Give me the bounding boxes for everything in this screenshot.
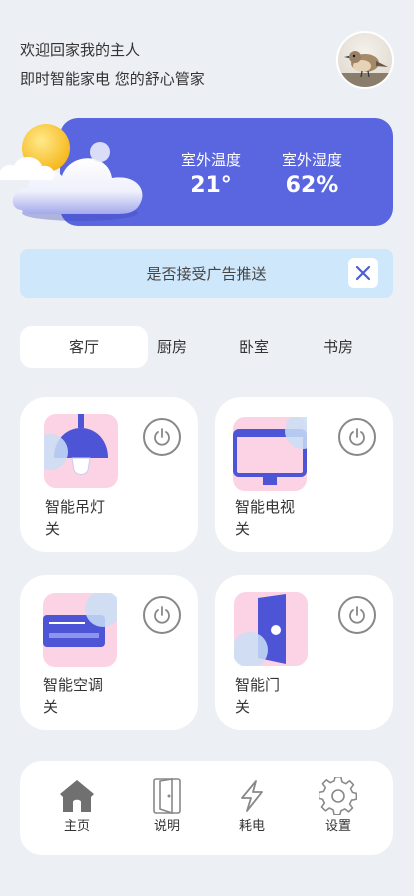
device-card-tv[interactable]: 智能电视 关 — [215, 397, 393, 552]
gear-icon — [319, 777, 357, 815]
power-button[interactable] — [338, 418, 376, 456]
tab-bedroom[interactable]: 卧室 — [230, 326, 278, 368]
tv-icon — [233, 417, 307, 491]
device-name: 智能门 — [235, 676, 281, 694]
home-icon — [60, 780, 94, 812]
greeting-line2: 即时智能家电 您的舒心管家 — [20, 70, 205, 88]
outdoor-temp-value: 21° — [190, 173, 232, 198]
nav-item-home[interactable]: 主页 — [47, 777, 107, 837]
power-icon — [349, 428, 365, 446]
ad-close-button[interactable] — [348, 258, 378, 288]
nav-item-settings[interactable]: 设置 — [308, 777, 368, 837]
power-button[interactable] — [143, 596, 181, 634]
outdoor-humidity-value: 62% — [285, 173, 339, 198]
power-icon — [154, 606, 170, 624]
bottom-nav: 主页 说明 耗电 设置 — [20, 761, 393, 855]
outdoor-temp-label: 室外温度 — [180, 151, 241, 169]
outdoor-humidity-label: 室外湿度 — [281, 151, 342, 169]
device-name: 智能空调 — [43, 676, 104, 694]
ad-banner: 是否接受广告推送 — [20, 249, 393, 298]
avatar[interactable] — [336, 31, 394, 89]
close-icon — [355, 265, 371, 281]
lightning-icon — [241, 780, 263, 812]
tab-kitchen[interactable]: 厨房 — [148, 326, 196, 368]
power-icon — [154, 428, 170, 446]
device-name: 智能吊灯 — [45, 498, 106, 516]
power-button[interactable] — [338, 596, 376, 634]
sun-cloud-icon — [0, 118, 160, 228]
device-state: 关 — [235, 520, 251, 538]
nav-item-power[interactable]: 耗电 — [222, 777, 282, 837]
device-card-lamp[interactable]: 智能吊灯 关 — [20, 397, 198, 552]
pendant-lamp-icon — [44, 414, 118, 488]
nav-label-home: 主页 — [63, 819, 90, 834]
tab-living-room[interactable]: 客厅 — [20, 326, 148, 368]
door-manual-icon — [153, 778, 181, 815]
greeting-line1: 欢迎回家我的主人 — [20, 41, 141, 59]
nav-item-manual[interactable]: 说明 — [137, 777, 197, 837]
tab-study[interactable]: 书房 — [314, 326, 362, 368]
nav-label-settings: 设置 — [324, 819, 351, 834]
device-card-door[interactable]: 智能门 关 — [215, 575, 393, 730]
outdoor-humidity: 室外湿度 62% — [267, 150, 357, 202]
bird-avatar-image — [338, 51, 392, 87]
device-state: 关 — [43, 698, 59, 716]
power-icon — [349, 606, 365, 624]
door-icon — [234, 592, 308, 666]
device-state: 关 — [235, 698, 251, 716]
nav-label-power: 耗电 — [238, 819, 265, 834]
nav-label-manual: 说明 — [153, 819, 180, 834]
greeting: 欢迎回家我的主人 即时智能家电 您的舒心管家 — [20, 36, 205, 94]
power-button[interactable] — [143, 418, 181, 456]
device-state: 关 — [45, 520, 61, 538]
device-name: 智能电视 — [235, 498, 296, 516]
outdoor-temp: 室外温度 21° — [166, 150, 256, 202]
air-conditioner-icon — [43, 593, 117, 667]
device-card-ac[interactable]: 智能空调 关 — [20, 575, 198, 730]
ad-text: 是否接受广告推送 — [146, 265, 267, 283]
room-tabs: 客厅 厨房 卧室 书房 — [20, 326, 393, 368]
